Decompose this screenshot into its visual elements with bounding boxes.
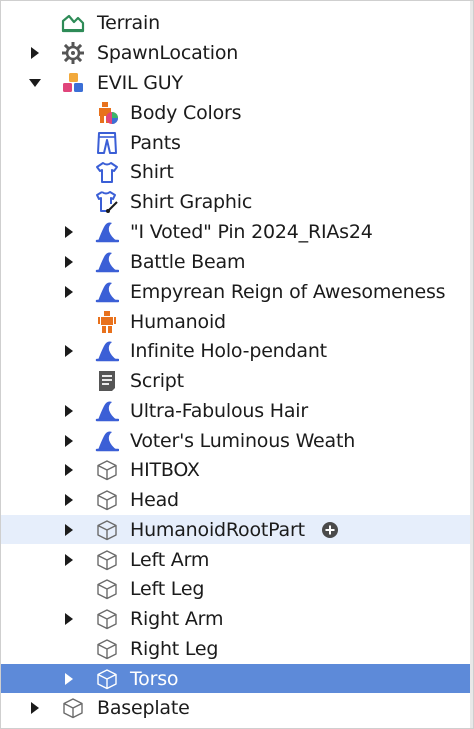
collapsed-arrow-icon[interactable] [63, 285, 75, 298]
tree-item-label: EVIL GUY [97, 71, 183, 94]
tree-item-label: HITBOX [130, 458, 200, 481]
tree-item-torso[interactable]: Torso [1, 664, 473, 693]
tree-item-left-leg[interactable]: Left Leg [1, 574, 473, 603]
collapsed-arrow-icon[interactable] [63, 344, 75, 357]
collapsed-arrow-icon[interactable] [63, 672, 75, 685]
collapsed-arrow-icon[interactable] [63, 493, 75, 506]
tree-item-label: Battle Beam [130, 250, 246, 273]
tree-item-label: Script [130, 369, 184, 392]
part-cube-icon [95, 548, 119, 572]
tree-item-hitbox[interactable]: HITBOX [1, 455, 473, 484]
tree-item-right-leg[interactable]: Right Leg [1, 634, 473, 663]
collapsed-arrow-icon[interactable] [63, 434, 75, 447]
tree-item-pants[interactable]: Pants [1, 128, 473, 157]
tree-item-label: Head [130, 488, 179, 511]
tree-item-shirt-graphic[interactable]: Shirt Graphic [1, 187, 473, 216]
tree-item-script[interactable]: Script [1, 366, 473, 395]
tree-item-label: Body Colors [130, 101, 242, 124]
part-cube-icon [95, 667, 119, 691]
part-cube-icon [95, 518, 119, 542]
shirt-graphic-icon [95, 190, 119, 214]
tree-item-humanoidrootpart[interactable]: HumanoidRootPart [1, 515, 473, 544]
collapsed-arrow-icon[interactable] [63, 612, 75, 625]
tree-item-ultra-fabulous-hair[interactable]: Ultra-Fabulous Hair [1, 396, 473, 425]
tree-item-label: Shirt [130, 160, 174, 183]
tree-item-label: Left Leg [130, 577, 205, 600]
tree-item-evil-guy[interactable]: EVIL GUY [1, 68, 473, 97]
model-icon [61, 71, 85, 95]
plus-circle-icon[interactable] [321, 521, 339, 539]
tree-item-spawnlocation[interactable]: SpawnLocation [1, 38, 473, 67]
pants-icon [95, 131, 119, 155]
tree-item-terrain[interactable]: Terrain [1, 8, 473, 37]
tree-item-battle-beam[interactable]: Battle Beam [1, 247, 473, 276]
tree-item-label: Shirt Graphic [130, 190, 253, 213]
tree-item-empyrean-reign[interactable]: Empyrean Reign of Awesomeness [1, 277, 473, 306]
accessory-hat-icon [95, 339, 119, 363]
tree-item-label: Baseplate [97, 696, 190, 719]
tree-item-shirt[interactable]: Shirt [1, 157, 473, 186]
tree-item-head[interactable]: Head [1, 485, 473, 514]
accessory-hat-icon [95, 280, 119, 304]
tree-item-humanoid[interactable]: Humanoid [1, 307, 473, 336]
collapsed-arrow-icon[interactable] [63, 404, 75, 417]
terrain-icon [61, 11, 85, 35]
tree-item-label: Right Leg [130, 637, 219, 660]
collapsed-arrow-icon[interactable] [63, 225, 75, 238]
tree-item-infinite-holo-pendant[interactable]: Infinite Holo-pendant [1, 336, 473, 365]
script-icon [95, 369, 119, 393]
accessory-hat-icon [95, 399, 119, 423]
tree-item-label: Right Arm [130, 607, 224, 630]
explorer-panel: Terrain SpawnLocation EVIL GUY Body Colo… [0, 0, 474, 729]
tree-item-left-arm[interactable]: Left Arm [1, 545, 473, 574]
accessory-hat-icon [95, 220, 119, 244]
collapsed-arrow-icon[interactable] [29, 701, 41, 714]
tree-item-voters-luminous-weath[interactable]: Voter's Luminous Weath [1, 426, 473, 455]
shirt-icon [95, 160, 119, 184]
humanoid-icon [95, 310, 119, 334]
tree-item-body-colors[interactable]: Body Colors [1, 98, 473, 127]
scrollbar[interactable] [470, 1, 473, 728]
tree-item-label: Terrain [97, 11, 160, 34]
tree-item-label: Pants [130, 131, 181, 154]
part-cube-icon [61, 696, 85, 720]
tree-item-label: Torso [130, 667, 179, 690]
tree-item-label: Humanoid [130, 310, 226, 333]
tree-item-label: Voter's Luminous Weath [130, 429, 356, 452]
part-cube-icon [95, 488, 119, 512]
collapsed-arrow-icon[interactable] [63, 523, 75, 536]
part-cube-icon [95, 577, 119, 601]
collapsed-arrow-icon[interactable] [29, 46, 41, 59]
tree-item-label: Left Arm [130, 548, 210, 571]
spawn-location-icon [61, 41, 85, 65]
tree-item-right-arm[interactable]: Right Arm [1, 604, 473, 633]
accessory-hat-icon [95, 250, 119, 274]
body-colors-icon [95, 101, 119, 125]
part-cube-icon [95, 458, 119, 482]
tree-item-label: Infinite Holo-pendant [130, 339, 327, 362]
expanded-arrow-icon[interactable] [29, 77, 41, 89]
tree-item-label: HumanoidRootPart [130, 518, 305, 541]
tree-item-label: "I Voted" Pin 2024_RIAs24 [130, 220, 373, 243]
collapsed-arrow-icon[interactable] [63, 255, 75, 268]
tree-item-i-voted-pin[interactable]: "I Voted" Pin 2024_RIAs24 [1, 217, 473, 246]
tree-item-baseplate[interactable]: Baseplate [1, 693, 473, 722]
tree-item-label: Ultra-Fabulous Hair [130, 399, 308, 422]
collapsed-arrow-icon[interactable] [63, 463, 75, 476]
collapsed-arrow-icon[interactable] [63, 553, 75, 566]
part-cube-icon [95, 607, 119, 631]
part-cube-icon [95, 637, 119, 661]
accessory-hat-icon [95, 429, 119, 453]
tree-item-label: SpawnLocation [97, 41, 239, 64]
tree-item-label: Empyrean Reign of Awesomeness [130, 280, 446, 303]
